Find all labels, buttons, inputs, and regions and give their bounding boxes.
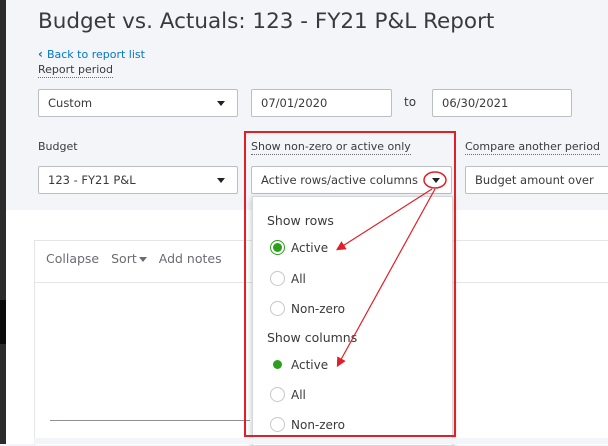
budget-select[interactable]: 123 - FY21 P&L — [38, 166, 238, 194]
chevron-down-icon — [217, 178, 225, 183]
rows-option-label: All — [291, 271, 306, 286]
back-to-report-list-link[interactable]: ‹ Back to report list — [38, 47, 145, 61]
radio-icon[interactable] — [270, 417, 285, 432]
compare-period-label: Compare another period — [465, 140, 600, 155]
report-period-value: Custom — [48, 96, 93, 110]
show-nonzero-value: Active rows/active columns — [261, 173, 418, 187]
start-date-input[interactable]: 07/01/2020 — [251, 89, 392, 117]
compare-period-value: Budget amount over — [475, 173, 594, 187]
sort-button[interactable]: Sort — [111, 251, 147, 266]
show-nonzero-dropdown-menu — [252, 196, 453, 446]
columns-option-all[interactable]: All — [270, 387, 306, 402]
radio-selected-icon[interactable] — [270, 240, 285, 255]
radio-selected-icon[interactable] — [270, 357, 285, 372]
chevron-left-icon: ‹ — [38, 47, 43, 61]
rows-option-all[interactable]: All — [270, 271, 306, 286]
budget-value: 123 - FY21 P&L — [48, 173, 136, 187]
bottom-strip — [34, 438, 608, 444]
columns-option-label: Non-zero — [291, 417, 345, 432]
back-link-label: Back to report list — [46, 47, 145, 61]
radio-icon[interactable] — [270, 301, 285, 316]
page-title: Budget vs. Actuals: 123 - FY21 P&L Repor… — [38, 9, 495, 34]
chevron-down-icon — [217, 101, 225, 106]
show-nonzero-label: Show non-zero or active only — [251, 140, 411, 155]
report-toolbar: Collapse Sort Add notes — [46, 251, 222, 266]
columns-option-active[interactable]: Active — [270, 357, 328, 372]
start-date-value: 07/01/2020 — [261, 96, 328, 110]
columns-option-label: Active — [291, 357, 329, 372]
columns-option-label: All — [291, 387, 306, 402]
rows-option-label: Non-zero — [291, 301, 345, 316]
report-period-label: Report period — [38, 63, 114, 78]
show-nonzero-select[interactable]: Active rows/active columns — [251, 166, 452, 194]
chevron-down-icon — [138, 257, 147, 262]
compare-period-select[interactable]: Budget amount over — [465, 166, 608, 194]
show-columns-title: Show columns — [267, 330, 358, 345]
rows-option-nonzero[interactable]: Non-zero — [270, 301, 345, 316]
end-date-value: 06/30/2021 — [442, 96, 509, 110]
radio-icon[interactable] — [270, 387, 285, 402]
rows-option-label: Active — [291, 240, 329, 255]
budget-label: Budget — [38, 140, 78, 153]
report-rule-line — [50, 420, 250, 421]
to-label: to — [404, 95, 417, 109]
end-date-input[interactable]: 06/30/2021 — [432, 89, 572, 117]
show-rows-title: Show rows — [267, 213, 334, 228]
report-period-select[interactable]: Custom — [38, 89, 238, 117]
collapse-button[interactable]: Collapse — [46, 251, 99, 266]
radio-icon[interactable] — [270, 271, 285, 286]
columns-option-nonzero[interactable]: Non-zero — [270, 417, 345, 432]
sort-label: Sort — [111, 251, 137, 266]
add-notes-button[interactable]: Add notes — [159, 251, 222, 266]
chevron-down-icon[interactable] — [432, 178, 440, 183]
rows-option-active[interactable]: Active — [270, 240, 328, 255]
